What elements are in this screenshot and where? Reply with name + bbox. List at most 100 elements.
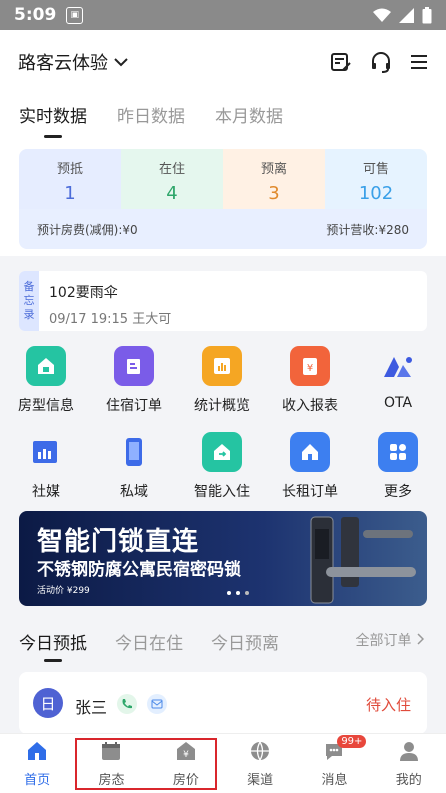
memo-meta: 09/17 19:15 王大可: [49, 312, 172, 327]
stat-value: 102: [358, 183, 394, 204]
stat-label: 可售: [362, 162, 389, 177]
nav-label: 我的: [395, 773, 422, 788]
globe-icon: [251, 741, 270, 762]
menu-icon[interactable]: [410, 54, 428, 70]
carousel-dots: [227, 591, 249, 595]
nav-messages[interactable]: 99+ 消息: [297, 734, 371, 793]
stat-arriving[interactable]: 预抵 1: [19, 149, 121, 209]
door-lock-image: [310, 516, 416, 604]
grid-item-more[interactable]: 更多: [358, 432, 438, 501]
grid-item-income-report[interactable]: ¥ 收入报表: [270, 346, 350, 415]
carousel-dot[interactable]: [227, 591, 231, 595]
tab-yesterday[interactable]: 昨日数据: [117, 94, 185, 144]
tab-today-departures[interactable]: 今日预离: [211, 620, 279, 660]
notes-edit-icon[interactable]: [330, 51, 352, 73]
store-name: 路客云体验: [18, 53, 108, 74]
phone-icon: [114, 432, 154, 472]
guest-name: 张三: [75, 698, 108, 717]
grid-label: OTA: [383, 395, 413, 411]
highlight-box: [75, 738, 217, 790]
grid-item-statistics[interactable]: 统计概览: [182, 346, 262, 415]
grid-label: 长租订单: [282, 484, 338, 500]
grid-item-private-domain[interactable]: 私域: [94, 432, 174, 501]
revenue-text: 预计营收:¥280: [326, 222, 409, 237]
unread-badge: 99+: [337, 735, 367, 748]
tab-realtime[interactable]: 实时数据: [19, 94, 87, 144]
stat-label: 预抵: [56, 162, 83, 177]
clipboard-yen-icon: ¥: [290, 346, 330, 386]
data-tabs: 实时数据 昨日数据 本月数据: [0, 94, 446, 144]
stats-grid: 预抵 1 在住 4 预离 3 可售 102: [19, 149, 427, 209]
banner-headline: 智能门锁直连: [37, 527, 200, 557]
nav-profile[interactable]: 我的: [372, 734, 446, 793]
wifi-icon: [373, 8, 391, 22]
memo-tag: 备 忘 录: [19, 271, 39, 331]
status-time: 5:09: [14, 5, 57, 25]
carousel-dot[interactable]: [245, 591, 249, 595]
bottom-nav: 首页 房态 ¥ 房价 渠道 99+ 消息 我的: [0, 733, 446, 793]
nav-label: 首页: [24, 773, 51, 788]
tab-today-in-house[interactable]: 今日在住: [115, 620, 183, 660]
avatar: 日: [33, 688, 63, 718]
nav-label: 消息: [321, 773, 348, 788]
stat-label: 预离: [260, 162, 287, 177]
grid-item-room-type[interactable]: 房型信息: [6, 346, 86, 415]
smart-checkin-icon: [202, 432, 242, 472]
stat-in-house[interactable]: 在住 4: [121, 149, 223, 209]
stat-departing[interactable]: 预离 3: [223, 149, 325, 209]
banner-price: 活动价 ¥299: [37, 586, 90, 596]
battery-icon: [422, 6, 432, 23]
user-icon: [399, 742, 418, 761]
bar-chart-icon: [202, 346, 242, 386]
nav-channels[interactable]: 渠道: [223, 734, 297, 793]
grid-item-orders[interactable]: 住宿订单: [94, 346, 174, 415]
grid-item-smart-checkin[interactable]: 智能入住: [182, 432, 262, 501]
tab-this-month[interactable]: 本月数据: [215, 94, 283, 144]
order-card[interactable]: 日 张三 待入住: [19, 672, 427, 734]
grid-item-long-term-orders[interactable]: 长租订单: [270, 432, 350, 501]
room-fee-text: 预计房费(减佣):¥0: [37, 222, 138, 237]
grid-label: 更多: [384, 484, 412, 500]
grid-label: 社媒: [32, 484, 60, 500]
phone-call-icon[interactable]: [117, 694, 137, 714]
stat-available[interactable]: 可售 102: [325, 149, 427, 209]
status-bar: 5:09 ▣: [0, 0, 446, 30]
more-apps-icon: [378, 432, 418, 472]
store-selector[interactable]: 路客云体验: [18, 49, 128, 75]
nav-home[interactable]: 首页: [0, 734, 74, 793]
chevron-right-icon: [417, 633, 425, 645]
headset-icon[interactable]: [370, 51, 392, 73]
grid-label: 房型信息: [18, 398, 74, 414]
home-icon: [28, 742, 47, 760]
home-icon: [290, 432, 330, 472]
status-icons: [373, 6, 432, 24]
all-orders-link[interactable]: 全部订单: [355, 630, 425, 650]
memo-title: 102要雨伞: [49, 285, 118, 301]
grid-label: 智能入住: [194, 484, 250, 500]
nav-label: 渠道: [247, 773, 274, 788]
app-header: 路客云体验: [0, 30, 446, 94]
stats-card: 预抵 1 在住 4 预离 3 可售 102 预计房费(减佣):¥0 预计营收:¥…: [0, 144, 446, 256]
signal-icon: [399, 7, 414, 23]
grid-label: 收入报表: [282, 398, 338, 414]
all-orders-label: 全部订单: [355, 633, 412, 649]
message-icon[interactable]: [147, 694, 167, 714]
order-status: 待入住: [365, 696, 411, 714]
chevron-down-icon: [114, 58, 128, 67]
grid-item-social-media[interactable]: 社媒: [6, 432, 86, 501]
stat-label: 在住: [158, 162, 185, 177]
promo-banner[interactable]: 智能门锁直连 不锈钢防腐公寓民宿密码锁 活动价 ¥299: [19, 511, 427, 606]
carousel-dot[interactable]: [236, 591, 240, 595]
stat-value: 1: [64, 183, 76, 204]
grid-item-ota[interactable]: OTA: [358, 346, 438, 411]
memo-tag-char: 备: [23, 280, 35, 293]
memo-card[interactable]: 备 忘 录 102要雨伞 09/17 19:15 王大可: [19, 271, 427, 331]
tab-today-arrivals[interactable]: 今日预抵: [19, 620, 87, 660]
fee-summary: 预计房费(减佣):¥0 预计营收:¥280: [19, 209, 427, 249]
social-chart-icon: [26, 432, 66, 472]
memo-tag-char: 录: [23, 308, 35, 321]
order-doc-icon: [114, 346, 154, 386]
grid-label: 私域: [120, 484, 148, 500]
memo-tag-char: 忘: [23, 294, 35, 307]
banner-subline: 不锈钢防腐公寓民宿密码锁: [37, 560, 241, 580]
